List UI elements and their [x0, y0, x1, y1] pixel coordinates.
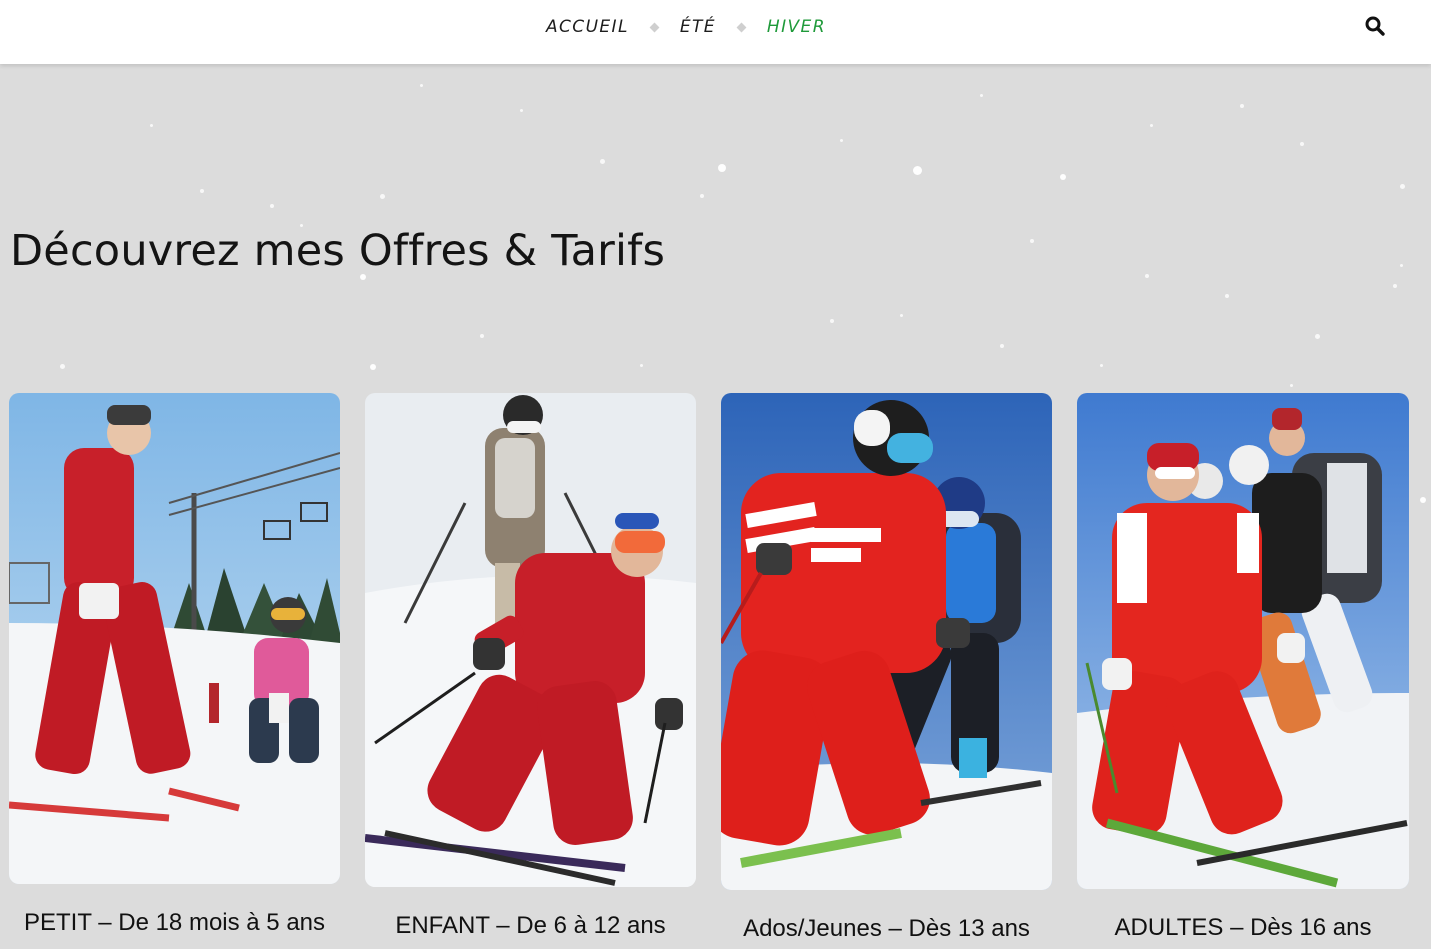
snowflake — [270, 204, 274, 208]
snowflake — [718, 164, 726, 172]
offer-photo-ados — [721, 393, 1052, 890]
snowflake — [480, 334, 484, 338]
snowflake — [1150, 124, 1153, 127]
snowflake — [1000, 344, 1004, 348]
offer-card-adultes[interactable]: ADULTES – Dès 16 ans — [1077, 393, 1409, 949]
offer-card-ados[interactable]: Ados/Jeunes – Dès 13 ans — [721, 393, 1052, 949]
nav-separator-icon — [649, 22, 660, 32]
offer-card-petit[interactable]: PETIT – De 18 mois à 5 ans — [9, 393, 340, 949]
snowflake — [1100, 364, 1103, 367]
snowflake — [600, 159, 605, 164]
snowflake — [1400, 184, 1405, 189]
snowflake — [980, 94, 983, 97]
top-navigation-bar: ACCUEIL ÉTÉ HIVER — [0, 0, 1431, 64]
snowflake — [150, 124, 153, 127]
page-title: Découvrez mes Offres & Tarifs — [10, 226, 666, 276]
snowflake — [520, 109, 523, 112]
nav-item-accueil[interactable]: ACCUEIL — [546, 17, 629, 37]
offer-caption-adultes[interactable]: ADULTES – Dès 16 ans — [1077, 914, 1409, 942]
snowflake — [1420, 497, 1426, 503]
snowflake — [1315, 334, 1320, 339]
snowflake — [1225, 294, 1229, 298]
snowflake — [370, 364, 376, 370]
offer-card-enfant[interactable]: ENFANT – De 6 à 12 ans — [365, 393, 696, 949]
snowflake — [840, 139, 843, 142]
snowflake — [1240, 104, 1244, 108]
snowflake — [1400, 264, 1403, 267]
snowflake — [900, 314, 903, 317]
offer-caption-ados[interactable]: Ados/Jeunes – Dès 13 ans — [721, 915, 1052, 943]
nav-item-ete[interactable]: ÉTÉ — [680, 17, 716, 37]
snowflake — [420, 84, 423, 87]
snowflake — [640, 364, 643, 367]
snowflake — [200, 189, 204, 193]
offer-photo-enfant — [365, 393, 696, 887]
snowflake — [700, 194, 704, 198]
offer-caption-enfant[interactable]: ENFANT – De 6 à 12 ans — [365, 912, 696, 940]
offer-photo-adultes — [1077, 393, 1409, 889]
snowflake — [1145, 274, 1149, 278]
snowflake — [1060, 174, 1066, 180]
snowflake — [1290, 384, 1293, 387]
main-menu: ACCUEIL ÉTÉ HIVER — [546, 16, 826, 38]
snowflake — [60, 364, 65, 369]
snowflake — [1030, 239, 1034, 243]
offer-caption-petit[interactable]: PETIT – De 18 mois à 5 ans — [9, 909, 340, 937]
snowflake — [380, 194, 385, 199]
snowflake — [1300, 142, 1304, 146]
nav-item-hiver[interactable]: HIVER — [767, 17, 826, 37]
nav-separator-icon — [736, 22, 747, 32]
search-button[interactable] — [1363, 14, 1387, 38]
search-icon — [1365, 16, 1385, 36]
offer-photo-petit — [9, 393, 340, 884]
snowflake — [830, 319, 834, 323]
snowflake — [913, 166, 922, 175]
snowflake — [1393, 284, 1397, 288]
